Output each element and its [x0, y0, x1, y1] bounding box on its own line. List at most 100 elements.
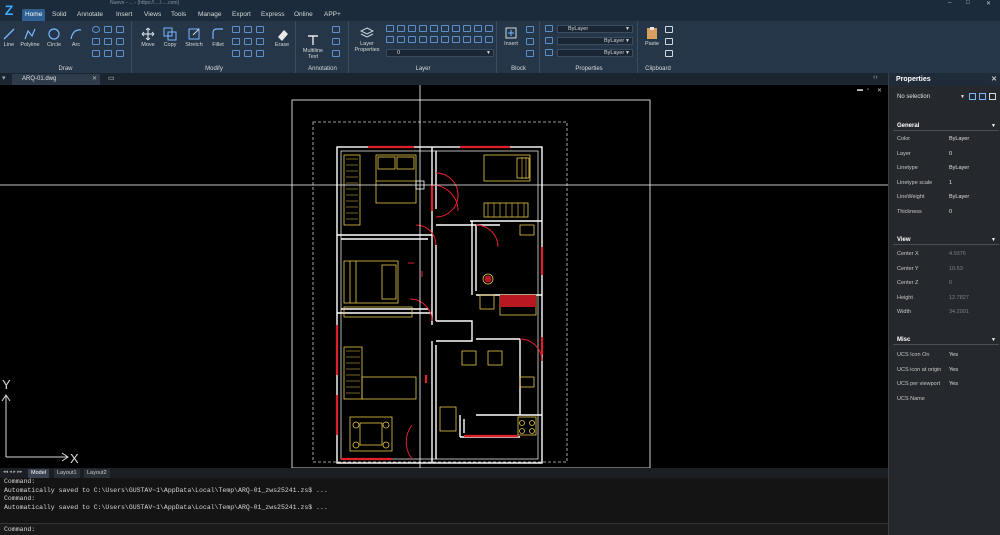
insert-block-button[interactable]: Insert	[500, 26, 522, 47]
layer-walk-icon[interactable]	[452, 25, 460, 32]
line-tool-button[interactable]: Line	[1, 27, 17, 48]
break-icon[interactable]	[256, 50, 264, 57]
property-row-lineweight[interactable]: LineWeight ByLayer	[893, 190, 999, 204]
property-row-layer[interactable]: Layer 0	[893, 147, 999, 161]
multiline-text-button[interactable]: Multiline Text	[299, 33, 327, 60]
property-row-center-x[interactable]: Center X 4.9376	[893, 247, 999, 261]
property-row-linetype-scale[interactable]: Linetype scale 1	[893, 176, 999, 190]
property-row-center-y[interactable]: Center Y 10.53	[893, 262, 999, 276]
layout-tab-layout2[interactable]: Layout2	[84, 469, 110, 478]
layer-match-icon[interactable]	[430, 25, 438, 32]
tab-nav-arrows-icon[interactable]: ◂◂ ◂ ▸ ▸▸	[3, 469, 22, 475]
layer-lock-icon[interactable]	[419, 25, 427, 32]
offset-icon[interactable]	[232, 50, 240, 57]
drawing-canvas[interactable]: ▬ ▫ ✕ Y X	[0, 85, 888, 468]
color-dropdown[interactable]: ByLayer ▼	[557, 25, 633, 33]
app-logo-icon[interactable]: Z	[0, 0, 18, 21]
extend-icon[interactable]	[256, 38, 264, 45]
list-icon[interactable]	[545, 37, 553, 44]
scale-icon[interactable]	[232, 38, 240, 45]
trim-icon[interactable]	[256, 26, 264, 33]
layer-freeze-icon[interactable]	[408, 25, 416, 32]
mirror-icon[interactable]	[244, 26, 252, 33]
polyline-tool-button[interactable]: Polyline	[18, 27, 42, 48]
close-icon[interactable]: ✕	[92, 74, 97, 85]
menu-tab-insert[interactable]: Insert	[113, 9, 135, 21]
region-icon[interactable]	[92, 50, 100, 57]
layer-dropdown[interactable]: 0 ▼	[386, 49, 494, 57]
linetype-dropdown[interactable]: ByLayer ▼	[557, 37, 633, 45]
dimension-icon[interactable]	[332, 26, 340, 33]
erase-tool-button[interactable]: Erase	[272, 27, 292, 48]
property-row-ucs-per-viewport[interactable]: UCS per viewport Yes	[893, 377, 999, 391]
measure-icon[interactable]	[545, 49, 553, 56]
layer-off-icon[interactable]	[386, 36, 394, 43]
menu-tab-express[interactable]: Express	[258, 9, 287, 21]
layout-tab-layout1[interactable]: Layout1	[54, 469, 80, 478]
viewport-close-icon[interactable]: ✕	[877, 87, 882, 94]
close-window-icon[interactable]: ✕	[986, 0, 991, 7]
cut-icon[interactable]	[665, 26, 673, 33]
spline-icon[interactable]	[104, 38, 112, 45]
table-icon[interactable]	[332, 50, 340, 57]
revcloud-icon[interactable]	[116, 50, 124, 57]
property-row-height[interactable]: Height 12.7827	[893, 291, 999, 305]
select-objects-icon[interactable]	[979, 93, 986, 100]
menu-tab-tools[interactable]: Tools	[168, 9, 189, 21]
viewport-minimize-icon[interactable]: ▬	[857, 87, 863, 93]
command-input[interactable]: Command:	[0, 523, 888, 535]
array-icon[interactable]	[244, 38, 252, 45]
layer-match-icon[interactable]	[430, 36, 438, 43]
fillet-tool-button[interactable]: Fillet	[208, 27, 228, 48]
menu-tab-solid[interactable]: Solid	[49, 9, 69, 21]
paste-button[interactable]: Paste	[641, 26, 663, 47]
menu-tab-app-[interactable]: APP+	[321, 9, 344, 21]
leader-icon[interactable]	[332, 38, 340, 45]
toggle-pickadd-icon[interactable]	[989, 93, 996, 100]
rectangle-icon[interactable]	[104, 26, 112, 33]
match-properties-icon[interactable]	[545, 25, 553, 32]
layer-merge-icon[interactable]	[463, 25, 471, 32]
lineweight-dropdown[interactable]: ByLayer ▼	[557, 49, 633, 57]
point-icon[interactable]	[116, 38, 124, 45]
property-row-thickness[interactable]: Thickness 0	[893, 205, 999, 219]
view-section-header[interactable]: View ▼	[893, 236, 999, 245]
circle-tool-button[interactable]: Circle	[44, 27, 64, 48]
menu-tab-export[interactable]: Export	[229, 9, 254, 21]
property-row-ucs-icon-on[interactable]: UCS Icon On Yes	[893, 348, 999, 362]
property-row-center-z[interactable]: Center Z 0	[893, 276, 999, 290]
minimize-icon[interactable]: –	[948, 0, 951, 6]
explode-icon[interactable]	[244, 50, 252, 57]
close-icon[interactable]: ✕	[991, 73, 997, 86]
block-attribute-icon[interactable]	[526, 50, 534, 57]
general-section-header[interactable]: General ▼	[893, 122, 999, 131]
layer-previous-icon[interactable]	[441, 25, 449, 32]
stretch-tool-button[interactable]: Stretch	[182, 27, 206, 48]
copy-with-basepoint-icon[interactable]	[665, 50, 673, 57]
document-tab[interactable]: ARQ-01.dwg ✕	[12, 74, 100, 85]
copy-clip-icon[interactable]	[665, 38, 673, 45]
selection-dropdown[interactable]: No selection ▼	[893, 92, 965, 102]
property-row-ucs-name[interactable]: UCS Name	[893, 392, 999, 406]
layer-delete-icon[interactable]	[474, 25, 482, 32]
layer-isolate-icon[interactable]	[397, 36, 405, 43]
arc-tool-button[interactable]: Arc	[66, 27, 86, 48]
new-tab-icon[interactable]: ▭	[108, 74, 115, 82]
maximize-icon[interactable]: □	[966, 0, 970, 6]
viewport-restore-icon[interactable]: ▫	[867, 87, 869, 93]
layer-state-icon[interactable]	[485, 36, 493, 43]
menu-tab-manage[interactable]: Manage	[195, 9, 225, 21]
rotate-icon[interactable]	[232, 26, 240, 33]
layer-lock-icon[interactable]	[419, 36, 427, 43]
layer-freeze-icon[interactable]	[408, 36, 416, 43]
layer-previous-icon[interactable]	[441, 36, 449, 43]
property-row-linetype[interactable]: Linetype ByLayer	[893, 161, 999, 175]
menu-tab-annotate[interactable]: Annotate	[74, 9, 106, 21]
ellipse-icon[interactable]	[92, 26, 100, 33]
misc-section-header[interactable]: Misc ▼	[893, 336, 999, 345]
layout-tab-model[interactable]: Model	[28, 469, 49, 478]
layer-isolate-icon[interactable]	[397, 25, 405, 32]
property-row-width[interactable]: Width 34.2001	[893, 305, 999, 319]
edit-block-icon[interactable]	[526, 38, 534, 45]
layer-state-icon[interactable]	[485, 25, 493, 32]
